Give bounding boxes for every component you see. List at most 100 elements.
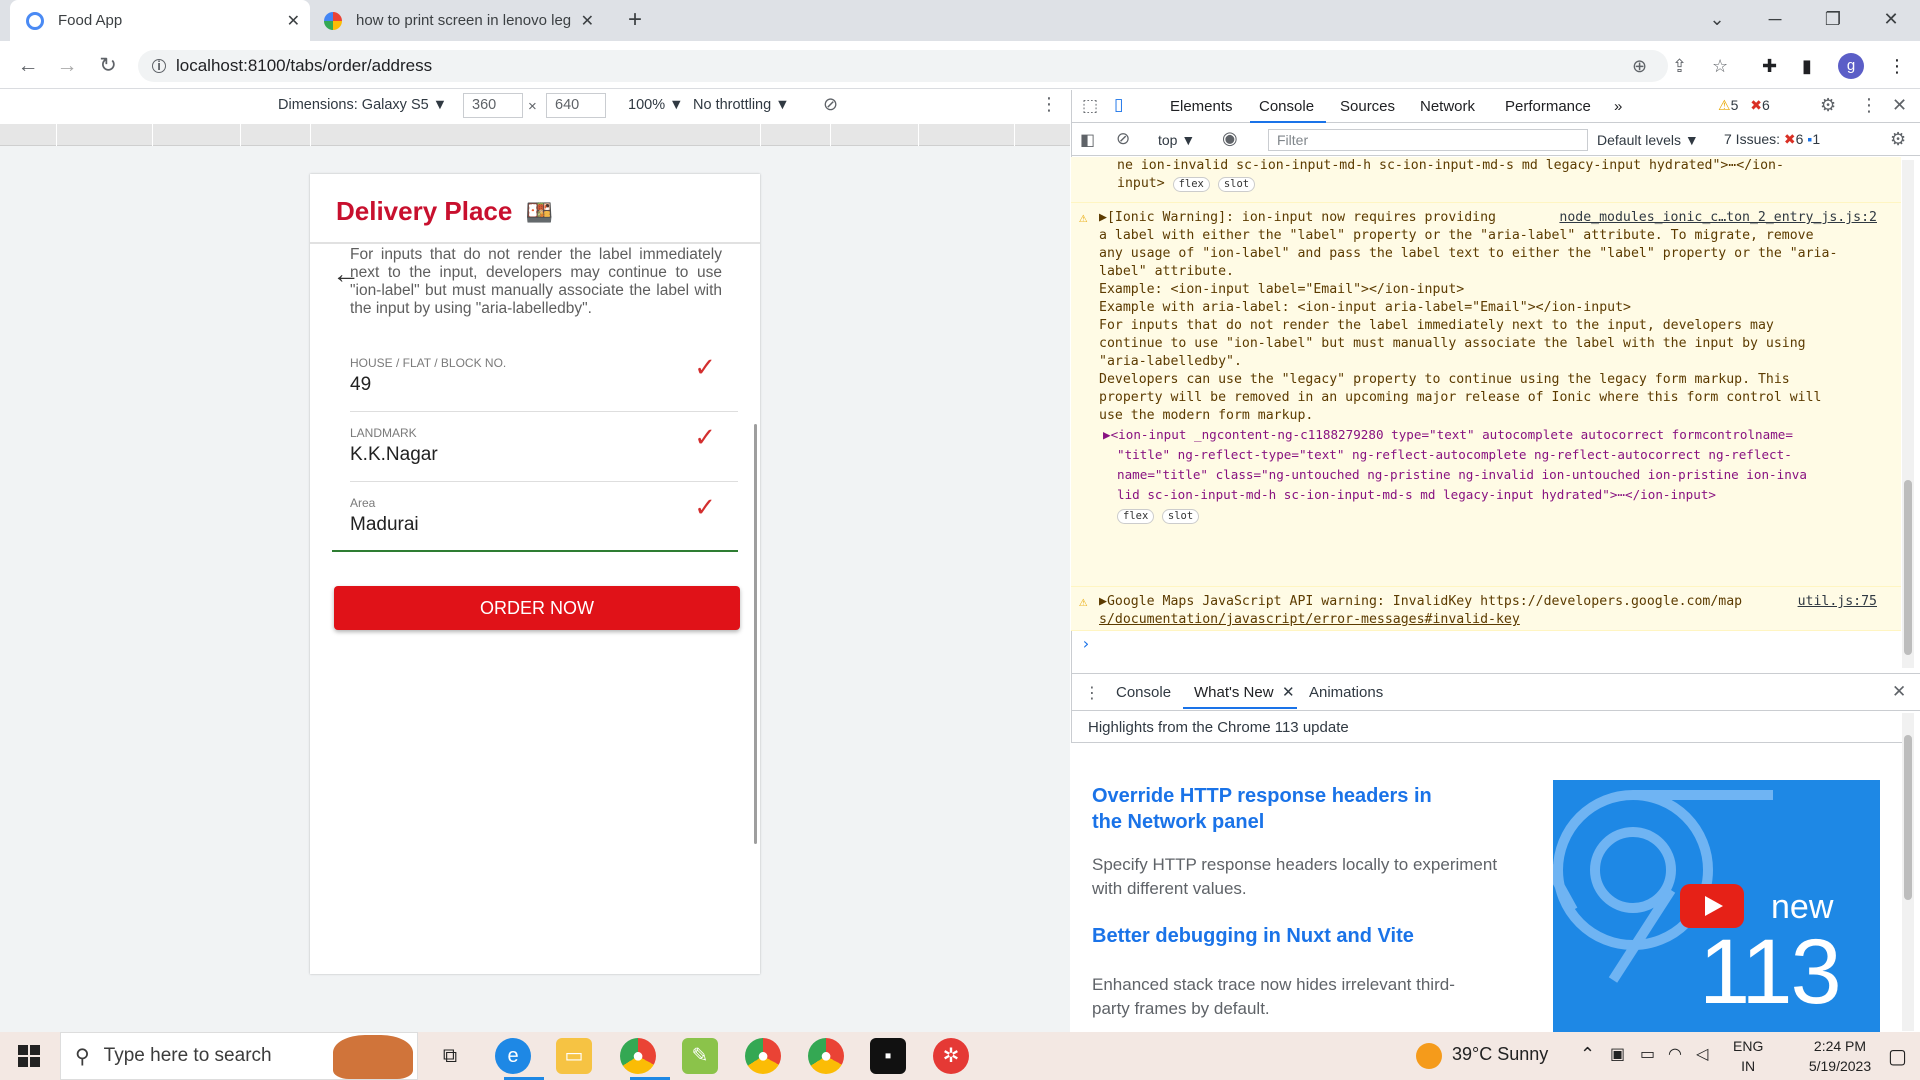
maps-warning-message[interactable]: ⚠ util.js:75 ▶Google Maps JavaScript API… [1071,587,1901,631]
volume-icon[interactable]: ◁ [1696,1044,1708,1064]
wifi-icon[interactable]: ◠ [1668,1044,1682,1064]
close-tab-icon[interactable]: ✕ [1282,683,1295,701]
order-now-button[interactable]: ORDER NOW [334,586,740,630]
new-tab-button[interactable]: + [628,6,642,34]
slot-badge[interactable]: slot [1217,177,1256,192]
windows-start-icon[interactable] [18,1045,40,1067]
tray-expand-icon[interactable]: ⌃ [1580,1044,1595,1065]
weather-text[interactable]: 39°C Sunny [1452,1044,1548,1065]
flex-badge[interactable]: flex [1117,509,1155,524]
tab-elements[interactable]: Elements [1170,98,1233,115]
extensions-icon[interactable]: ✚ [1762,56,1777,77]
settings-gear-icon[interactable]: ⚙ [1820,95,1836,116]
share-icon[interactable]: ⇪ [1672,56,1687,77]
device-more-icon[interactable]: ⋮ [1040,94,1058,115]
console-prompt[interactable]: › [1081,635,1091,653]
battery-icon[interactable]: ▭ [1640,1044,1655,1064]
tab-food-app[interactable]: Food App ✕ [10,0,310,41]
file-explorer-icon[interactable]: ▭ [556,1038,592,1074]
close-window-button[interactable]: ✕ [1862,0,1920,41]
throttling-select[interactable]: No throttling ▼ [693,97,790,113]
field-value[interactable]: Madurai [350,514,419,536]
drawer-tab-whats-new[interactable]: What's New [1194,684,1274,701]
edge-icon[interactable]: e [495,1038,531,1074]
close-tab-icon[interactable]: ✕ [581,11,594,31]
issues-counter[interactable]: 7 Issues: ✖6 ▪1 [1724,131,1820,148]
tab-network[interactable]: Network [1420,98,1475,115]
console-filter-input[interactable]: Filter [1268,129,1588,151]
rotate-icon[interactable]: ⊘ [823,94,838,115]
chrome-icon[interactable]: ● [745,1038,781,1074]
app-scrollbar[interactable] [754,424,757,844]
close-devtools-icon[interactable]: ✕ [1892,95,1907,116]
reload-icon[interactable]: ↻ [94,52,122,80]
warning-source-link[interactable]: node_modules_ionic_c…ton_2_entry_js.js:2 [1559,209,1877,227]
back-arrow-icon[interactable]: ← [14,52,42,80]
forward-arrow-icon[interactable]: → [53,52,81,80]
landmark-field[interactable]: LANDMARK K.K.Nagar ✓ [350,412,738,482]
close-tab-icon[interactable]: ✕ [287,11,300,31]
taskbar-search-box[interactable]: ⚲ Type here to search [60,1032,418,1080]
field-value[interactable]: 49 [350,374,371,396]
task-view-icon[interactable]: ⧉ [432,1038,468,1074]
meet-now-icon[interactable]: ▣ [1610,1044,1625,1064]
whats-new-link[interactable]: Override HTTP response headers in the Ne… [1092,783,1452,835]
close-drawer-icon[interactable]: ✕ [1892,682,1906,702]
restore-button[interactable]: ❐ [1804,0,1862,41]
live-expression-eye-icon[interactable]: ◉ [1222,128,1238,149]
chrome-icon[interactable]: ● [808,1038,844,1074]
tab-performance[interactable]: Performance [1505,98,1591,115]
media-query-ruler[interactable] [0,124,1070,146]
back-arrow-icon[interactable]: ← [332,258,360,290]
flex-badge[interactable]: flex [1172,177,1210,192]
profile-avatar[interactable]: g [1838,53,1864,79]
drawer-tab-animations[interactable]: Animations [1309,684,1383,701]
paint-icon[interactable]: ✎ [682,1038,718,1074]
inspect-element-icon[interactable]: ⬚ [1082,96,1098,116]
app-icon[interactable]: ✲ [933,1038,969,1074]
language-indicator[interactable]: ENG IN [1733,1036,1763,1076]
zoom-icon[interactable]: ⊕ [1632,56,1647,77]
log-levels-select[interactable]: Default levels ▼ [1597,132,1699,148]
drawer-menu-icon[interactable]: ⋮ [1084,683,1100,703]
drawer-scroll-thumb[interactable] [1904,735,1912,900]
tab-search-icon[interactable]: ⌄ [1688,0,1746,41]
ion-input-element-node[interactable]: ▶<ion-input _ngcontent-ng-c1188279280 ty… [1099,425,1901,525]
device-toggle-icon[interactable]: ▯ [1114,95,1123,115]
tab-console[interactable]: Console [1259,98,1314,115]
bookmark-star-icon[interactable]: ☆ [1712,56,1728,77]
site-info-icon[interactable]: i [152,59,166,73]
chrome-icon[interactable]: ● [620,1038,656,1074]
context-select[interactable]: top ▼ [1158,132,1195,148]
terminal-icon[interactable]: ▪ [870,1038,906,1074]
more-tabs-icon[interactable]: » [1614,98,1622,115]
sidebar-toggle-icon[interactable]: ◧ [1080,130,1095,150]
address-bar[interactable]: i localhost:8100/tabs/order/address [138,50,1668,82]
devtools-menu-icon[interactable]: ⋮ [1860,95,1878,116]
warnings-counter[interactable]: ⚠5 ✖6 [1718,97,1770,114]
device-dimensions-select[interactable]: Dimensions: Galaxy S5 ▼ [278,97,447,113]
slot-badge[interactable]: slot [1161,509,1200,524]
clear-console-icon[interactable]: ⊘ [1116,129,1130,149]
chrome-113-video-thumbnail[interactable]: new 113 [1553,780,1880,1032]
minimize-button[interactable]: ─ [1746,0,1804,41]
device-width-input[interactable]: 360 [463,93,523,118]
warning-source-link[interactable]: util.js:75 [1798,593,1877,611]
chrome-menu-icon[interactable]: ⋮ [1888,56,1906,77]
zoom-select[interactable]: 100% ▼ [628,97,683,113]
tab-search[interactable]: how to print screen in lenovo leg ✕ [318,0,604,41]
area-field[interactable]: Area Madurai ✓ [332,482,738,552]
device-height-input[interactable]: 640 [546,93,606,118]
console-settings-icon[interactable]: ⚙ [1890,129,1906,150]
notifications-icon[interactable]: ▢ [1888,1044,1907,1069]
house-number-field[interactable]: HOUSE / FLAT / BLOCK NO. 49 ✓ [350,342,738,412]
weather-sun-icon[interactable] [1416,1043,1442,1069]
console-scroll-thumb[interactable] [1904,480,1912,655]
whats-new-link[interactable]: Better debugging in Nuxt and Vite [1092,923,1512,949]
ionic-warning-message[interactable]: ⚠ node_modules_ionic_c…ton_2_entry_js.js… [1071,203,1901,587]
tab-sources[interactable]: Sources [1340,98,1395,115]
side-panel-icon[interactable]: ▮ [1802,56,1812,77]
field-value[interactable]: K.K.Nagar [350,444,438,466]
clock[interactable]: 2:24 PM 5/19/2023 [1800,1036,1880,1076]
drawer-tab-console[interactable]: Console [1116,684,1171,701]
